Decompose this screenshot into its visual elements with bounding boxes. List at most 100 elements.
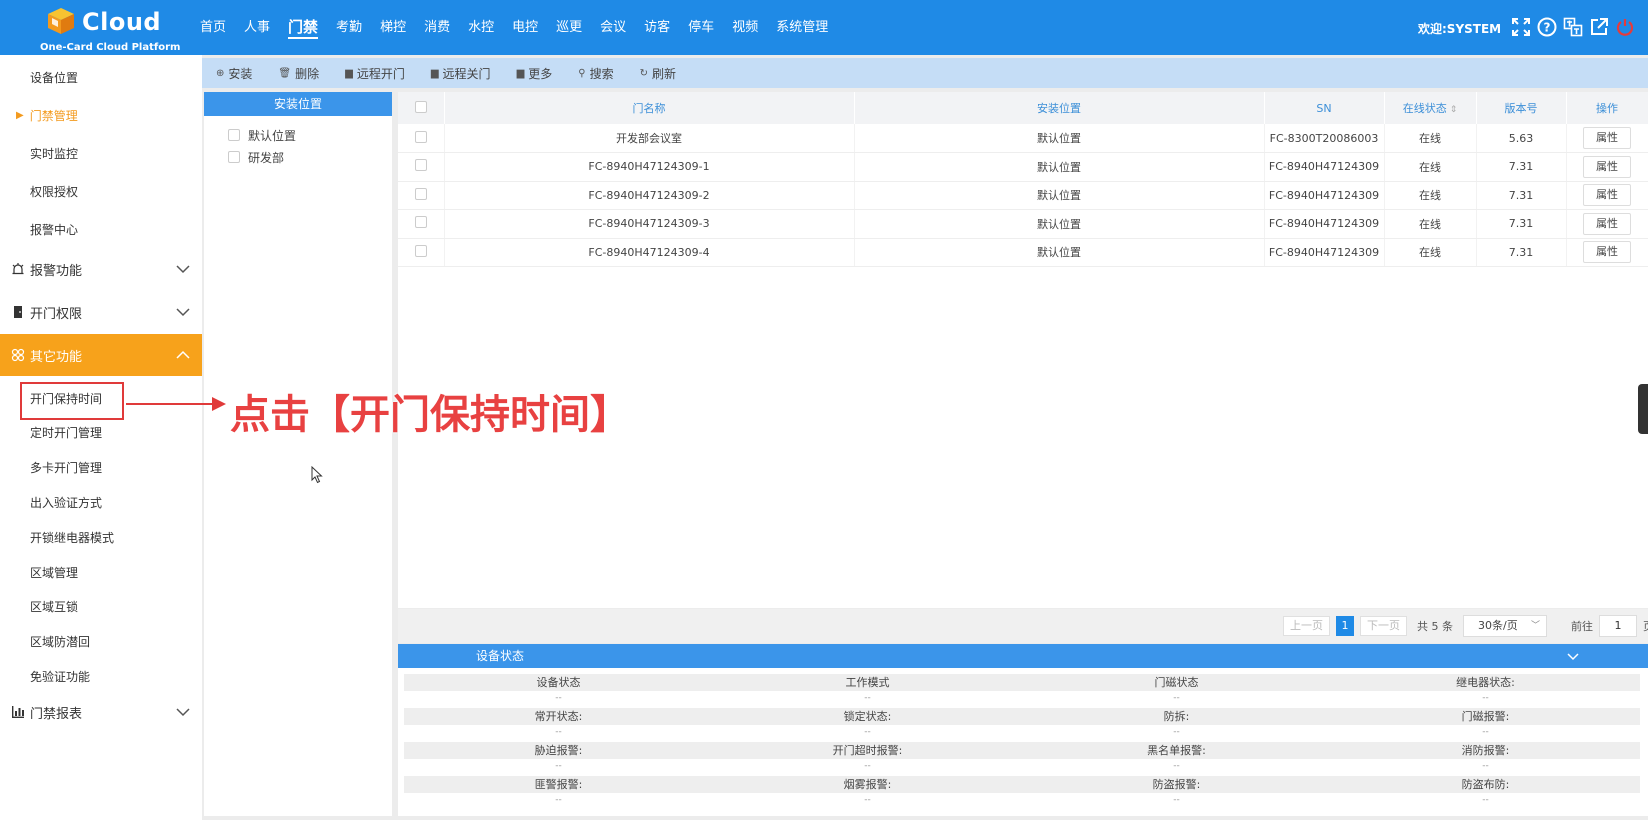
sidebar-group-other-functions[interactable]: 其它功能 bbox=[0, 334, 202, 376]
install-button[interactable]: ⊕ 安装 bbox=[216, 65, 252, 82]
location-checkbox[interactable] bbox=[228, 151, 240, 163]
sidebar-group-label: 其它功能 bbox=[30, 349, 83, 365]
sidebar-group-alarm[interactable]: 报警功能 bbox=[0, 248, 202, 290]
sidebar-item-area-management[interactable]: 区域管理 bbox=[0, 555, 202, 589]
table-row[interactable]: FC-8940H47124309-4 默认位置 FC-8940H47124309… bbox=[398, 238, 1648, 267]
toolbar: ⊕ 安装 🗑 删除 ▆ 远程开门 ▆ 远程关门 ▆ 更多 ⚲ 搜索 ↻ 刷新 bbox=[202, 58, 1648, 88]
nav-personnel[interactable]: 人事 bbox=[244, 18, 270, 38]
sidebar-item-alarm-center[interactable]: 报警中心 bbox=[0, 212, 202, 246]
status-cell: 在线 bbox=[1384, 152, 1477, 182]
table-row[interactable]: FC-8940H47124309-1 默认位置 FC-8940H47124309… bbox=[398, 152, 1648, 182]
refresh-button[interactable]: ↻ 刷新 bbox=[640, 65, 676, 82]
nav-system[interactable]: 系统管理 bbox=[776, 18, 828, 38]
nav-water[interactable]: 水控 bbox=[468, 18, 494, 38]
row-checkbox[interactable] bbox=[414, 216, 427, 229]
more-button[interactable]: ▆ 更多 bbox=[517, 65, 553, 82]
sidebar-item-no-verify[interactable]: 免验证功能 bbox=[0, 659, 202, 693]
sidebar-item-timed-open[interactable]: 定时开门管理 bbox=[0, 415, 202, 449]
status-label: 消防报警: bbox=[1461, 744, 1510, 757]
chevron-down-icon: ﹀ bbox=[1530, 621, 1540, 631]
device-status-header[interactable]: 设备状态 bbox=[398, 644, 1648, 668]
status-label: 继电器状态: bbox=[1456, 676, 1515, 689]
sidebar-item-device-location[interactable]: 设备位置 bbox=[0, 60, 202, 94]
properties-button[interactable]: 属性 bbox=[1583, 127, 1631, 149]
col-online-status[interactable]: 在线状态 ⇕ bbox=[1384, 92, 1477, 124]
row-checkbox[interactable] bbox=[414, 244, 427, 257]
status-value-row: -- -- -- -- bbox=[404, 725, 1640, 742]
cube-logo-icon bbox=[48, 8, 74, 34]
nav-consumption[interactable]: 消费 bbox=[424, 18, 450, 38]
nav-home[interactable]: 首页 bbox=[200, 18, 226, 38]
annotation-arrow-head-icon bbox=[212, 397, 226, 411]
properties-button[interactable]: 属性 bbox=[1583, 241, 1631, 264]
page-number-current[interactable]: 1 bbox=[1336, 616, 1354, 636]
status-label: 匪警报警: bbox=[534, 778, 583, 791]
nav-video[interactable]: 视频 bbox=[732, 18, 758, 38]
properties-button[interactable]: 属性 bbox=[1583, 155, 1631, 178]
status-label-row: 胁迫报警: 开门超时报警: 黑名单报警: 消防报警: bbox=[404, 742, 1640, 759]
location-checkbox[interactable] bbox=[228, 129, 240, 141]
side-drawer-handle[interactable] bbox=[1638, 384, 1648, 434]
help-icon[interactable]: ? bbox=[1536, 16, 1558, 38]
status-label: 防盗布防: bbox=[1461, 778, 1510, 791]
search-label: 搜索 bbox=[589, 66, 614, 81]
location-item-rnd[interactable]: 研发部 bbox=[204, 146, 392, 168]
select-all-checkbox[interactable] bbox=[414, 100, 427, 113]
table-row[interactable]: FC-8940H47124309-3 默认位置 FC-8940H47124309… bbox=[398, 209, 1648, 239]
power-icon[interactable] bbox=[1614, 16, 1636, 38]
delete-button[interactable]: 🗑 删除 bbox=[278, 65, 319, 82]
nav-electric[interactable]: 电控 bbox=[512, 18, 538, 38]
nav-visitor[interactable]: 访客 bbox=[644, 18, 670, 38]
goto-page-input[interactable]: 1 bbox=[1599, 615, 1637, 637]
remote-close-button[interactable]: ▆ 远程关门 bbox=[431, 65, 491, 82]
language-icon[interactable] bbox=[1562, 16, 1584, 38]
sort-icon[interactable]: ⇕ bbox=[1450, 105, 1458, 115]
trash-icon: 🗑 bbox=[278, 67, 292, 79]
chevron-down-icon[interactable] bbox=[1564, 647, 1582, 665]
row-checkbox[interactable] bbox=[414, 187, 427, 200]
status-label: 常开状态: bbox=[534, 710, 583, 723]
sidebar-item-multi-card[interactable]: 多卡开门管理 bbox=[0, 450, 202, 484]
search-button[interactable]: ⚲ 搜索 bbox=[578, 65, 613, 82]
status-value: -- bbox=[1173, 761, 1180, 771]
nav-meeting[interactable]: 会议 bbox=[600, 18, 626, 38]
sidebar-item-permission[interactable]: 权限授权 bbox=[0, 174, 202, 208]
sidebar-item-access-management[interactable]: ▶ 门禁管理 bbox=[0, 98, 202, 132]
nav-elevator[interactable]: 梯控 bbox=[380, 18, 406, 38]
page-size-select[interactable]: 30条/页 ﹀ bbox=[1463, 615, 1547, 637]
prev-page-button[interactable]: 上一页 bbox=[1283, 616, 1330, 636]
properties-button[interactable]: 属性 bbox=[1583, 184, 1631, 207]
external-link-icon[interactable] bbox=[1588, 16, 1610, 38]
select-all-cell[interactable] bbox=[398, 92, 445, 124]
refresh-icon: ↻ bbox=[639, 67, 649, 79]
sidebar-group-report[interactable]: 门禁报表 bbox=[0, 691, 202, 733]
nav-parking[interactable]: 停车 bbox=[688, 18, 714, 38]
properties-button[interactable]: 属性 bbox=[1583, 212, 1631, 235]
table-row[interactable]: FC-8940H47124309-2 默认位置 FC-8940H47124309… bbox=[398, 181, 1648, 210]
table-row[interactable]: 开发部会议室 默认位置 FC-8300T20086003 在线 5.63 属性 bbox=[398, 124, 1648, 153]
version-cell: 7.31 bbox=[1476, 152, 1567, 182]
row-checkbox[interactable] bbox=[414, 159, 427, 172]
sn-cell: FC-8940H47124309 bbox=[1264, 238, 1385, 267]
fullscreen-icon[interactable] bbox=[1510, 16, 1532, 38]
logo-subtitle: One-Card Cloud Platform bbox=[40, 42, 181, 53]
sidebar-group-door-permission[interactable]: 开门权限 bbox=[0, 291, 202, 333]
sidebar-item-realtime-monitor[interactable]: 实时监控 bbox=[0, 136, 202, 170]
nav-patrol[interactable]: 巡更 bbox=[556, 18, 582, 38]
sidebar-item-relay-mode[interactable]: 开锁继电器模式 bbox=[0, 520, 202, 554]
delete-label: 删除 bbox=[295, 66, 320, 81]
sidebar-item-anti-passback[interactable]: 区域防潜回 bbox=[0, 624, 202, 658]
sidebar: 设备位置 ▶ 门禁管理 实时监控 权限授权 报警中心 报警功能 开门权限 其它功能 bbox=[0, 55, 202, 820]
nav-attendance[interactable]: 考勤 bbox=[336, 18, 362, 38]
nav-access-control[interactable]: 门禁 bbox=[288, 17, 319, 39]
install-location-title: 安装位置 bbox=[204, 92, 392, 116]
location-item-default[interactable]: 默认位置 bbox=[204, 124, 392, 146]
remote-open-button[interactable]: ▆ 远程开门 bbox=[345, 65, 405, 82]
annotation-arrow-line bbox=[126, 403, 214, 405]
next-page-button[interactable]: 下一页 bbox=[1360, 616, 1407, 636]
row-checkbox[interactable] bbox=[414, 130, 427, 143]
bar-chart-icon bbox=[10, 704, 26, 720]
sidebar-item-verify-mode[interactable]: 出入验证方式 bbox=[0, 485, 202, 519]
sidebar-item-area-interlock[interactable]: 区域互锁 bbox=[0, 589, 202, 623]
status-label: 防拆: bbox=[1163, 710, 1190, 723]
